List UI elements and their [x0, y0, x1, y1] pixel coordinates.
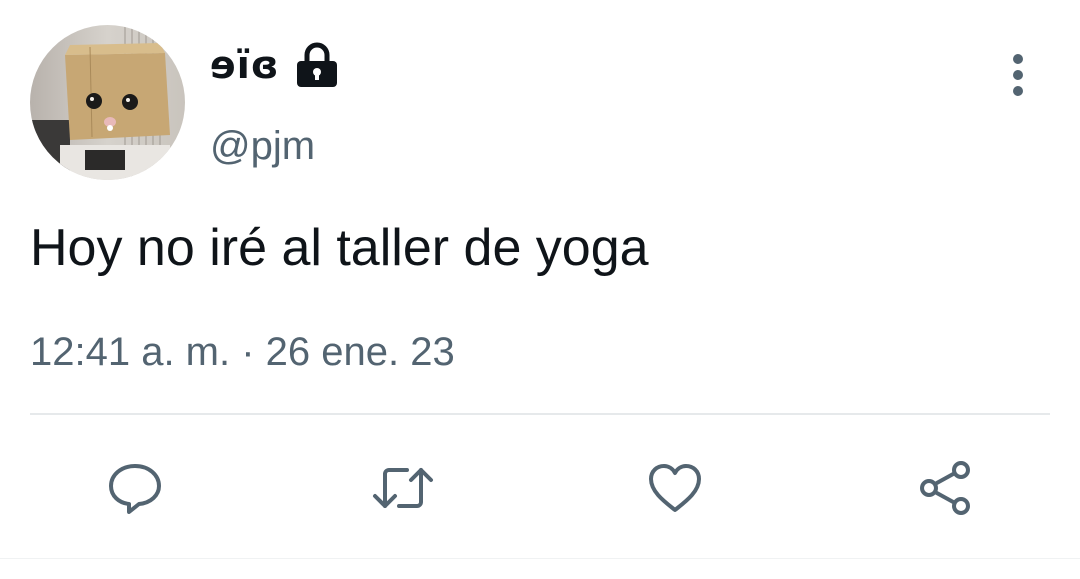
like-button[interactable] [642, 455, 708, 521]
avatar-image [30, 25, 185, 180]
more-dot [1013, 70, 1023, 80]
divider [30, 413, 1050, 415]
display-name-row: ɘïɞ [210, 40, 340, 90]
lock-icon [294, 41, 340, 89]
reply-button[interactable] [102, 455, 168, 521]
display-name[interactable]: ɘïɞ [210, 43, 280, 87]
avatar[interactable] [30, 25, 185, 180]
tweet-actions [0, 455, 1080, 521]
retweet-button[interactable] [370, 455, 436, 521]
user-handle[interactable]: @pjm [210, 124, 315, 169]
tweet-timestamp[interactable]: 12:41 a. m. · 26 ene. 23 [30, 330, 455, 375]
more-dot [1013, 54, 1023, 64]
bottom-divider [0, 558, 1080, 559]
share-button[interactable] [912, 455, 978, 521]
reply-icon [105, 458, 165, 518]
heart-icon [645, 458, 705, 518]
retweet-icon [371, 458, 435, 518]
share-icon [915, 458, 975, 518]
tweet-card: ɘïɞ @pjm Hoy no iré al taller de yoga 12… [0, 0, 1080, 579]
tweet-text: Hoy no iré al taller de yoga [30, 219, 649, 277]
more-dot [1013, 86, 1023, 96]
more-vertical-icon[interactable] [996, 50, 1040, 100]
